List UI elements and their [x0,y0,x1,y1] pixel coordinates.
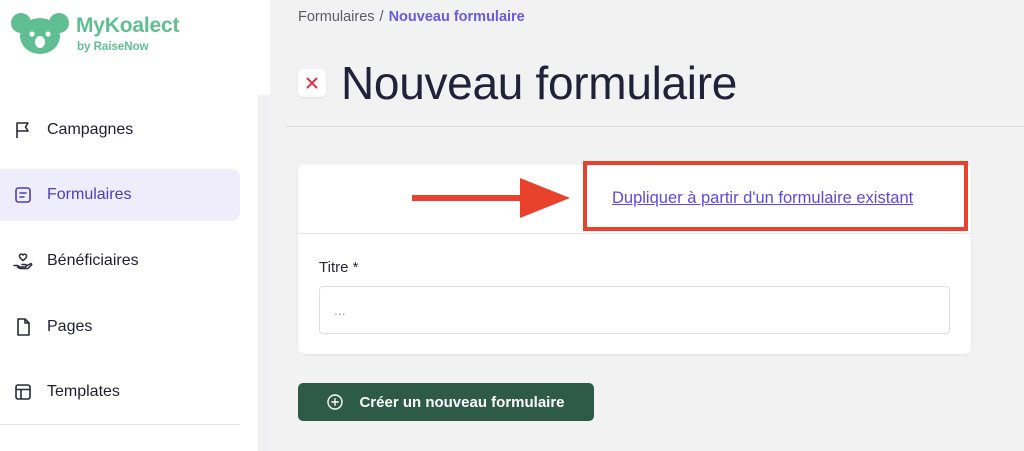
hand-heart-icon [12,250,34,272]
sidebar-item-beneficiaires[interactable]: Bénéficiaires [0,235,240,287]
page-header: Nouveau formulaire [298,56,737,110]
header-divider [285,126,1024,127]
breadcrumb-separator: / [379,9,384,25]
close-button[interactable] [298,69,326,97]
sidebar-item-label: Bénéficiaires [47,252,139,269]
new-form-card: Dupliquer à partir d'un formulaire exist… [298,161,971,354]
breadcrumb-parent-link[interactable]: Formulaires [298,9,375,25]
create-form-button[interactable]: Créer un nouveau formulaire [298,383,594,421]
page-title: Nouveau formulaire [341,57,738,109]
sidebar-item-templates[interactable]: Templates [0,366,240,418]
close-icon [306,77,318,89]
sidebar-divider [0,424,240,425]
plus-circle-icon [327,394,344,410]
card-divider [298,233,971,234]
sidebar-item-label: Templates [47,383,120,400]
title-field-label: Titre * [319,259,359,276]
annotation-arrow-icon [412,178,570,218]
breadcrumb-current: Nouveau formulaire [388,9,525,25]
create-form-button-label: Créer un nouveau formulaire [359,393,565,411]
page-icon [12,316,34,338]
title-input[interactable] [319,286,950,334]
sidebar-item-formulaires[interactable]: Formulaires [0,169,240,221]
breadcrumb: Formulaires / Nouveau formulaire [298,9,525,25]
brand-logo[interactable]: MyKoalect by RaiseNow [10,12,179,56]
sidebar-item-label: Pages [47,318,93,335]
sidebar-item-campagnes[interactable]: Campagnes [0,104,240,156]
flag-icon [12,119,34,141]
sidebar-item-label: Campagnes [47,121,134,138]
sidebar-scrollbar[interactable] [258,95,270,451]
form-icon [12,184,34,206]
brand-title: MyKoalect [76,13,180,37]
brand-subtitle: by RaiseNow [77,40,149,53]
annotation-highlight-box [583,161,968,231]
sidebar-item-pages[interactable]: Pages [0,301,240,353]
layout-icon [12,381,34,403]
sidebar: MyKoalect by RaiseNow Campagnes Formulai… [0,0,270,451]
sidebar-item-label: Formulaires [47,186,132,203]
koala-logo-icon [11,13,69,54]
